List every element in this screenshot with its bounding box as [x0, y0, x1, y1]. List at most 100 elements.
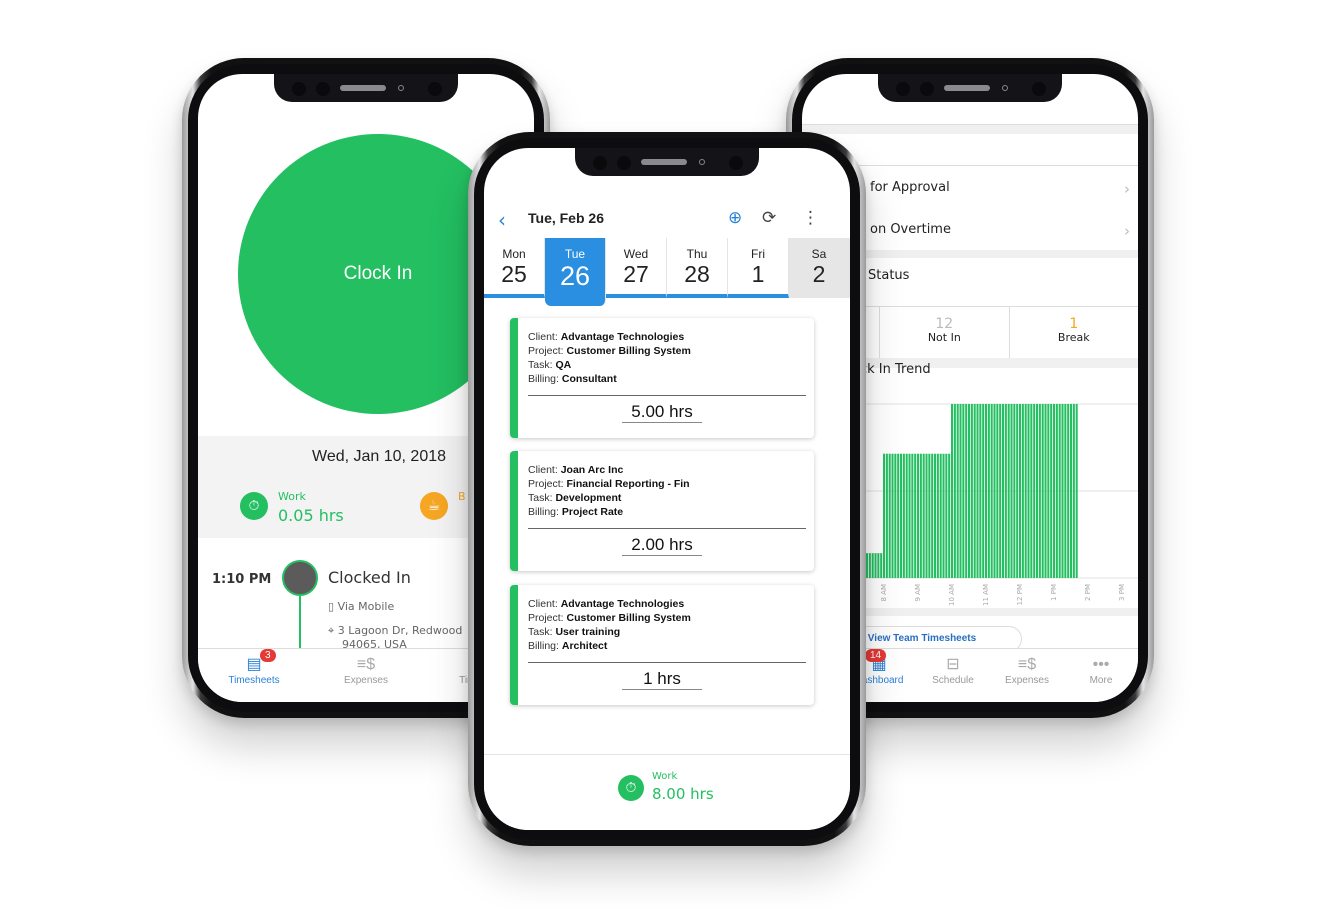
chart-bar — [1021, 404, 1024, 578]
chevron-right-icon: › — [1124, 180, 1130, 198]
chart-bar — [982, 404, 985, 578]
chart-bar — [1061, 404, 1064, 578]
chart-bar — [1004, 404, 1007, 578]
chart-bar — [908, 453, 911, 578]
entry-project: Project: Customer Billing System — [528, 612, 691, 624]
work-value: 0.05 hrs — [278, 506, 344, 525]
chart-bar — [891, 453, 894, 578]
chart-bar — [990, 404, 993, 578]
chart-bar — [914, 453, 917, 578]
day-title: Tue, Feb 26 — [528, 210, 604, 226]
chart-x-tick-label: 8 AM — [880, 584, 888, 602]
location-pin-icon: ⌖ — [328, 624, 338, 637]
timeline-title: Clocked In — [328, 568, 411, 587]
entry-client: Client: Joan Arc Inc — [528, 464, 624, 476]
chart-bar — [1010, 404, 1013, 578]
add-entry-icon[interactable]: ⊕ — [728, 208, 742, 228]
chart-bar — [999, 404, 1002, 578]
day-fri[interactable]: Fri 1 — [728, 238, 789, 298]
chart-bar — [880, 553, 883, 578]
chart-bar — [1024, 404, 1027, 578]
entry-client: Client: Advantage Technologies — [528, 598, 685, 610]
tab-schedule[interactable]: ⊟ Schedule — [916, 649, 990, 702]
chart-bar — [919, 453, 922, 578]
timeline-time: 1:10 PM — [212, 572, 272, 587]
chart-bar — [1041, 404, 1044, 578]
day-total-footer: ⏱ Work 8.00 hrs — [484, 754, 850, 830]
time-entry-card[interactable]: Client: Advantage Technologies Project: … — [510, 585, 814, 705]
chart-bar — [911, 453, 914, 578]
day-wed[interactable]: Wed 27 — [606, 238, 667, 298]
work-total: 8.00 hrs — [652, 785, 714, 803]
entry-billing: Billing: Architect — [528, 640, 608, 652]
chart-bar — [1047, 404, 1050, 578]
chart-bar — [874, 553, 877, 578]
chart-bar — [1013, 404, 1016, 578]
chart-x-tick-label: 11 AM — [982, 584, 990, 606]
coffee-cup-icon: ☕ — [420, 492, 448, 520]
entry-project: Project: Financial Reporting - Fin — [528, 478, 690, 490]
break-label: B — [458, 490, 466, 503]
chart-x-tick-label: 9 AM — [914, 584, 922, 602]
phone-timesheet-day: ‹ Tue, Feb 26 ⊕ ⟳ ⋮ Mon 25 Tue 26 Wed 27 Th… — [468, 132, 866, 846]
chart-bar — [973, 404, 976, 578]
timesheet-icon: ▤ — [246, 656, 262, 673]
stopwatch-icon: ⏱ — [618, 775, 644, 801]
status-cell-break[interactable]: 1 Break — [1008, 307, 1138, 358]
refresh-icon[interactable]: ⟳ — [762, 208, 776, 228]
chart-bar — [1036, 404, 1039, 578]
timesheet-day-screen: ‹ Tue, Feb 26 ⊕ ⟳ ⋮ Mon 25 Tue 26 Wed 27 Th… — [484, 148, 850, 830]
chart-bar — [1075, 404, 1078, 578]
phone-notch — [274, 74, 458, 102]
chevron-right-icon: › — [1124, 222, 1130, 240]
tab-expenses[interactable]: ≡$ Expenses — [990, 649, 1064, 702]
chart-bar — [942, 453, 945, 578]
time-entry-card[interactable]: Client: Advantage Technologies Project: … — [510, 318, 814, 438]
entry-hours[interactable]: 2.00 hrs — [622, 535, 702, 556]
chart-bar — [1007, 404, 1010, 578]
more-vertical-icon[interactable]: ⋮ — [802, 208, 819, 228]
notification-badge: 14 — [865, 649, 887, 662]
status-cell-not-in[interactable]: 12 Not In — [879, 307, 1008, 358]
chart-bar — [1050, 404, 1053, 578]
chart-bar — [1064, 404, 1067, 578]
tab-timesheets[interactable]: ▤ 3 Timesheets — [198, 649, 310, 702]
chart-bar — [866, 553, 869, 578]
chart-bar — [996, 404, 999, 578]
day-thu[interactable]: Thu 28 — [667, 238, 728, 298]
chart-bar — [1072, 404, 1075, 578]
phone-notch — [878, 74, 1062, 102]
chart-bar — [1038, 404, 1041, 578]
day-mon[interactable]: Mon 25 — [484, 238, 545, 298]
chart-bar — [928, 453, 931, 578]
chart-bar — [956, 404, 959, 578]
tab-expenses[interactable]: ≡$ Expenses — [310, 649, 422, 702]
tab-more[interactable]: ••• More — [1064, 649, 1138, 702]
expenses-icon: ≡$ — [356, 656, 376, 673]
mobile-device-icon: ▯ — [328, 600, 338, 613]
back-chevron-icon[interactable]: ‹ — [498, 208, 506, 232]
day-sat[interactable]: Sa 2 — [789, 238, 850, 298]
chart-bar — [902, 453, 905, 578]
day-tue[interactable]: Tue 26 — [545, 238, 606, 306]
entry-hours[interactable]: 1 hrs — [622, 669, 702, 690]
stopwatch-icon: ⏱ — [240, 492, 268, 520]
chart-bar — [888, 453, 891, 578]
chart-bar — [985, 404, 988, 578]
chart-bar — [1044, 404, 1047, 578]
expenses-icon: ≡$ — [1017, 656, 1037, 673]
time-entry-card[interactable]: Client: Joan Arc Inc Project: Financial … — [510, 451, 814, 571]
entry-billing: Billing: Project Rate — [528, 506, 624, 518]
entry-hours[interactable]: 5.00 hrs — [622, 402, 702, 423]
clock-photo-avatar[interactable] — [282, 560, 318, 596]
chart-bar — [883, 453, 886, 578]
chart-bar — [936, 453, 939, 578]
chart-bar — [894, 453, 897, 578]
entry-project: Project: Customer Billing System — [528, 345, 691, 357]
work-label: Work — [652, 771, 678, 782]
timeline-address: ⌖ 3 Lagoon Dr, Redwood 94065, USA — [328, 624, 463, 651]
chart-bar — [1053, 404, 1056, 578]
chart-x-tick-label: 10 AM — [948, 584, 956, 606]
chart-bar — [905, 453, 908, 578]
phone-notch — [575, 148, 759, 176]
